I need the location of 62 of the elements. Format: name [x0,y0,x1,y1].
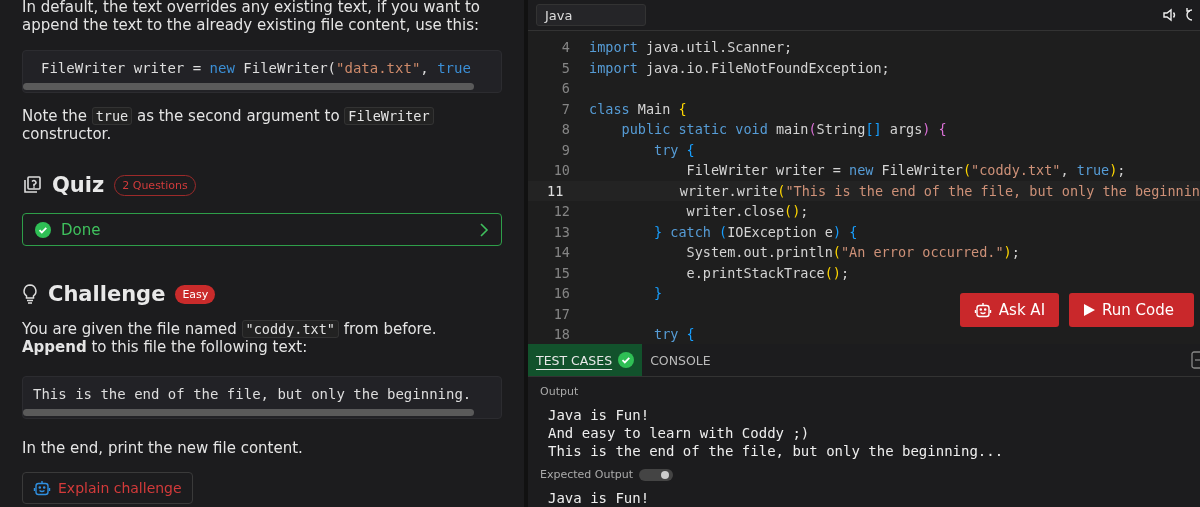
line-number: 6 [560,80,570,97]
line-number: 4 [560,39,570,56]
code-line: public static void main(String[] args) { [620,121,947,138]
note-paragraph: Note the true as the second argument to FileWriter constructor. [22,107,502,143]
quiz-result-button[interactable]: Done [22,213,502,246]
chevron-right-icon [479,221,489,238]
expected-output-label: Expected Output [540,468,634,481]
output-line: Java is Fun! [548,406,651,424]
code-line: try { [653,141,695,158]
ask-ai-button[interactable]: Ask AI [959,293,1060,327]
output-line: This is the end of the file, but only the beginning... [548,442,1005,460]
run-code-button[interactable]: Run Code [1069,293,1194,327]
quiz-icon [22,175,42,195]
results-tab[interactable]: TEST CASES [528,344,643,376]
results-tab[interactable]: CONSOLE [642,344,719,376]
line-number: 17 [552,305,570,322]
code-line: writer.close(); [685,203,809,220]
code-line: System.out.println("An error occurred."); [685,244,1020,261]
speaker-icon[interactable] [1162,7,1178,23]
robot-icon [33,479,51,497]
code-line: import java.util.Scanner; [589,39,793,56]
line-number: 14 [552,244,570,261]
line-number: 5 [560,59,570,76]
line-number: 10 [552,162,570,179]
code-line: e.printStackTrace(); [685,264,850,281]
output-line: And easy to learn with Coddy ;) [548,424,811,442]
output-line: Java is Fun! [548,489,651,507]
line-number: 12 [552,203,570,220]
code-line: FileWriter writer = new FileWriter("coddy.txt", true); [685,162,1126,179]
line-number: 18 [552,326,570,343]
lesson-paragraph: In default, the text overrides any existing text, if you want to append the text to the already existing file content, use this: [22,0,481,34]
code-snippet: FileWriter writer = new FileWriter("data.txt", true [22,50,502,93]
line-number: 15 [552,264,570,281]
line-number: 13 [552,223,570,240]
line-number: 9 [560,141,570,158]
expected-output-toggle[interactable] [639,468,674,481]
play-icon [1083,304,1096,316]
code-line: try { [653,326,695,343]
lightbulb-icon [22,284,38,304]
code-line: } [653,285,663,302]
challenge-title: Challenge [48,282,166,306]
check-icon [618,352,635,368]
line-number: 8 [560,121,570,138]
language-select[interactable]: Java [536,4,646,26]
line-number: 11 [546,182,564,199]
robot-icon [973,301,992,319]
code-snippet: This is the end of the file, but only the beginning. [22,376,502,419]
difficulty-badge: Easy [175,284,216,304]
refresh-icon[interactable] [1184,7,1192,23]
line-number: 7 [560,100,570,117]
output-label: Output [540,385,580,398]
explain-challenge-button[interactable]: Explain challenge [22,472,193,504]
quiz-title: Quiz [52,173,105,197]
panel-icon[interactable] [1190,351,1200,369]
task-paragraph: In the end, print the new file content. [22,439,304,457]
check-icon [35,221,51,238]
code-line: import java.io.FileNotFoundException; [589,59,890,76]
code-line: } catch (IOException e) { [653,223,858,240]
line-number: 16 [552,285,570,302]
code-line: class Main { [589,100,687,117]
task-paragraph: You are given the file named "coddy.txt" from before. Append to this file the following text: [22,320,438,356]
code-line: writer.write("This is the end of the file, but only the beginnin [678,182,1200,199]
